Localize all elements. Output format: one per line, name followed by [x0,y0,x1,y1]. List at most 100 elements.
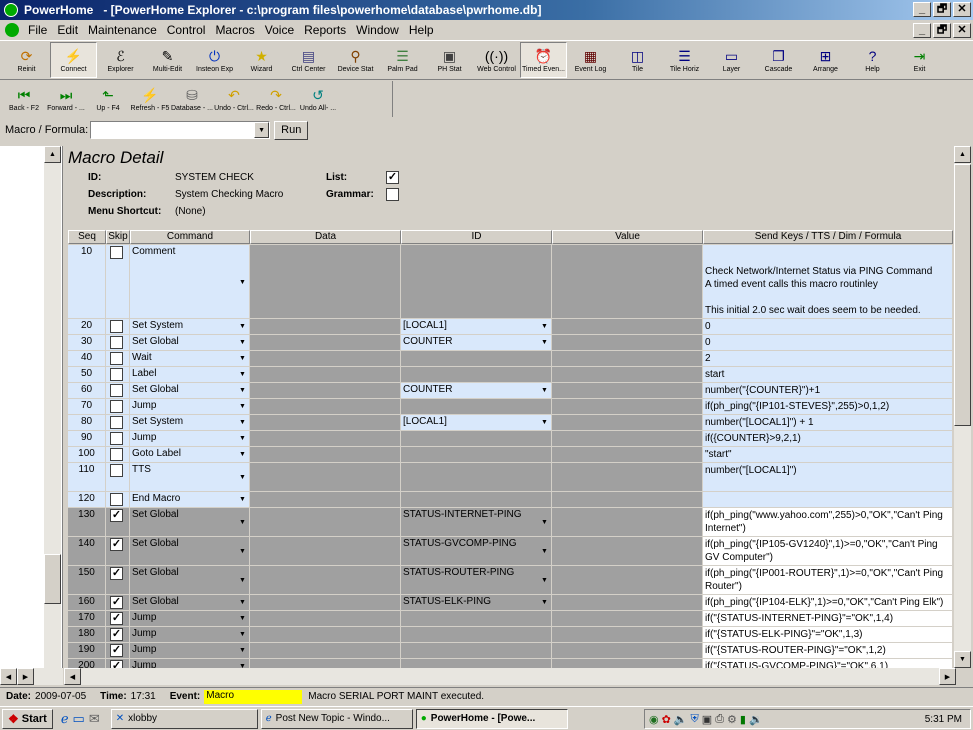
command-cell[interactable]: Set Global [130,537,249,565]
skip-cell[interactable]: ✓ [106,627,129,642]
send-keys-cell[interactable]: if(ph_ping("{IP001-ROUTER}",1)>=0,"OK","… [703,566,952,594]
seq-cell[interactable]: 170 [68,611,105,626]
restore-button[interactable]: 🗗 [933,2,951,17]
chevron-down-icon[interactable]: ▼ [236,399,249,413]
antivirus-icon[interactable]: ✿ [662,713,671,726]
id-cell[interactable] [401,492,551,507]
chevron-down-icon[interactable]: ▼ [236,471,249,485]
value-cell[interactable] [552,399,702,414]
column-header-id[interactable]: ID [401,230,552,244]
data-cell[interactable] [250,537,400,565]
mdi-restore-button[interactable]: 🗗 [933,23,951,38]
skip-checkbox[interactable] [110,384,123,397]
chevron-down-icon[interactable]: ▼ [538,383,551,397]
id-value[interactable]: SYSTEM CHECK [175,172,254,183]
column-header-seq[interactable]: Seq [68,230,106,244]
table-row[interactable]: 80 Set System ▼ [LOCAL1] ▼ number("[LOCAL1]")… [64,415,954,431]
table-row[interactable]: 90 Jump ▼ if({COUNTER}>9,2,1) [64,431,954,447]
command-cell[interactable]: Set Global [130,335,249,350]
menu-shortcut-value[interactable]: (None) [175,206,206,217]
chevron-down-icon[interactable]: ▼ [236,595,249,609]
seq-cell[interactable]: 20 [68,319,105,334]
value-cell[interactable] [552,643,702,658]
scroll-down-arrow-icon[interactable]: ▼ [954,651,971,668]
chevron-down-icon[interactable]: ▼ [236,627,249,641]
network-icon[interactable]: ◉ [649,713,659,726]
tile-horiz-button[interactable]: ☰ Tile Horiz [661,42,708,78]
data-cell[interactable] [250,351,400,366]
id-cell[interactable] [401,627,551,642]
ph-stat-button[interactable]: ▣ PH Stat [426,42,473,78]
command-cell[interactable]: Label [130,367,249,382]
data-cell[interactable] [250,463,400,491]
palm-pad-button[interactable]: ☰ Palm Pad [379,42,426,78]
data-cell[interactable] [250,595,400,610]
printer-icon[interactable]: ⎙ [715,713,724,726]
table-row[interactable]: 50 Label ▼ start [64,367,954,383]
skip-checkbox[interactable]: ✓ [110,567,123,580]
column-header-skip[interactable]: Skip [106,230,130,244]
column-header-value[interactable]: Value [552,230,703,244]
skip-cell[interactable]: ✓ [106,611,129,626]
speaker-icon[interactable]: 🔈 [674,713,688,726]
value-cell[interactable] [552,431,702,446]
desktop-icon[interactable]: ▭ [73,711,85,727]
value-cell[interactable] [552,383,702,398]
table-row[interactable]: 100 Goto Label ▼ "start" [64,447,954,463]
seq-cell[interactable]: 190 [68,643,105,658]
seq-cell[interactable]: 120 [68,492,105,507]
seq-cell[interactable]: 30 [68,335,105,350]
column-header-command[interactable]: Command [130,230,250,244]
menu-control[interactable]: Control [162,21,211,39]
send-keys-cell[interactable]: if(ph_ping("{IP101-STEVES}",255)>0,1,2) [703,399,952,414]
scroll-up-arrow-icon[interactable]: ▲ [954,146,971,163]
data-cell[interactable] [250,611,400,626]
explorer-button[interactable]: ℰ Explorer [97,42,144,78]
id-cell[interactable]: COUNTER [401,383,551,398]
send-keys-cell[interactable]: number("{COUNTER}")+1 [703,383,952,398]
scroll-right-arrow-icon[interactable]: ▶ [939,668,956,685]
id-cell[interactable] [401,611,551,626]
value-cell[interactable] [552,595,702,610]
mail-icon[interactable]: ✉ [89,711,100,727]
command-cell[interactable]: Jump [130,611,249,626]
skip-checkbox[interactable]: ✓ [110,644,123,657]
chevron-down-icon[interactable]: ▼ [538,574,551,588]
mdi-child-icon[interactable] [5,23,19,37]
seq-cell[interactable]: 160 [68,595,105,610]
chevron-down-icon[interactable]: ▼ [236,367,249,381]
data-cell[interactable] [250,367,400,382]
back-f2-button[interactable]: ⏮ Back - F2 [3,81,45,117]
data-cell[interactable] [250,399,400,414]
send-keys-cell[interactable]: if("{STATUS-ELK-PING}"="OK",1,3) [703,627,952,642]
id-cell[interactable]: STATUS-ROUTER-PING [401,566,551,594]
value-cell[interactable] [552,492,702,507]
table-row[interactable]: 140 ✓ Set Global ▼ STATUS-GVCOMP-PING ▼ if(ph_… [64,537,954,566]
skip-checkbox[interactable]: ✓ [110,612,123,625]
table-row[interactable]: 110 TTS ▼ number("[LOCAL1]") [64,463,954,492]
skip-cell[interactable]: ✓ [106,643,129,658]
arrange-button[interactable]: ⊞ Arrange [802,42,849,78]
command-cell[interactable]: Comment [130,245,249,318]
command-cell[interactable]: Set Global [130,508,249,536]
chevron-down-icon[interactable]: ▼ [236,492,249,506]
send-keys-cell[interactable]: start [703,367,952,382]
seq-cell[interactable]: 80 [68,415,105,430]
skip-checkbox[interactable]: ✓ [110,596,123,609]
chevron-down-icon[interactable]: ▼ [236,574,249,588]
command-cell[interactable]: Set System [130,415,249,430]
data-cell[interactable] [250,566,400,594]
grammar-checkbox[interactable] [386,188,399,201]
seq-cell[interactable]: 150 [68,566,105,594]
up-f4-button[interactable]: ⬑ Up - F4 [87,81,129,117]
forward-button[interactable]: ⏭ Forward - ... [45,81,87,117]
data-cell[interactable] [250,415,400,430]
id-cell[interactable] [401,351,551,366]
table-row[interactable]: 200 ✓ Jump ▼ if("{STATUS-GVCOMP-PING}"="OK",… [64,659,954,668]
skip-checkbox[interactable] [110,336,123,349]
menu-macros[interactable]: Macros [210,21,259,39]
send-keys-cell[interactable] [703,492,952,507]
monitor-icon[interactable]: ▣ [702,713,712,726]
skip-cell[interactable] [106,447,129,462]
menu-edit[interactable]: Edit [52,21,83,39]
